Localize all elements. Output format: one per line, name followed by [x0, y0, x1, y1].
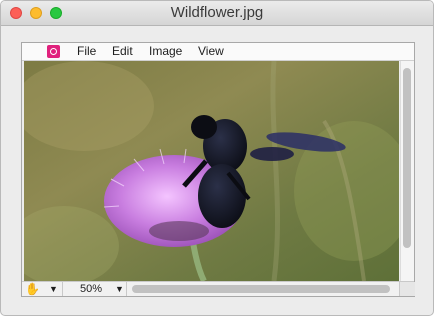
chevron-down-icon[interactable]: ▼ — [115, 283, 124, 295]
status-bar: ✋ ▼ 50% ▼ — [22, 281, 415, 296]
window-title: Wildflower.jpg — [170, 4, 264, 21]
hand-icon[interactable]: ✋ — [25, 282, 40, 296]
menu-edit[interactable]: Edit — [112, 44, 133, 58]
horizontal-scroll-thumb[interactable] — [132, 285, 390, 293]
vertical-scrollbar[interactable] — [400, 61, 414, 281]
menu-file[interactable]: File — [77, 44, 96, 58]
title-bar[interactable]: Wildflower.jpg — [1, 1, 433, 26]
photo — [24, 61, 399, 281]
image-viewport[interactable] — [24, 61, 399, 281]
vertical-scroll-thumb[interactable] — [403, 68, 411, 248]
menu-view[interactable]: View — [198, 44, 224, 58]
divider — [126, 282, 127, 296]
menu-image[interactable]: Image — [149, 44, 182, 58]
app-icon[interactable] — [47, 45, 60, 58]
menu-bar: File Edit Image View — [22, 43, 414, 61]
divider — [62, 282, 63, 296]
document-window: File Edit Image View ✋ ▼ 50% ▼ — [21, 42, 415, 297]
app-window: Wildflower.jpg File Edit Image View ✋ ▼ … — [0, 0, 434, 316]
zoom-level[interactable]: 50% — [80, 282, 102, 296]
scroll-corner — [399, 282, 415, 296]
chevron-down-icon[interactable]: ▼ — [49, 283, 58, 295]
